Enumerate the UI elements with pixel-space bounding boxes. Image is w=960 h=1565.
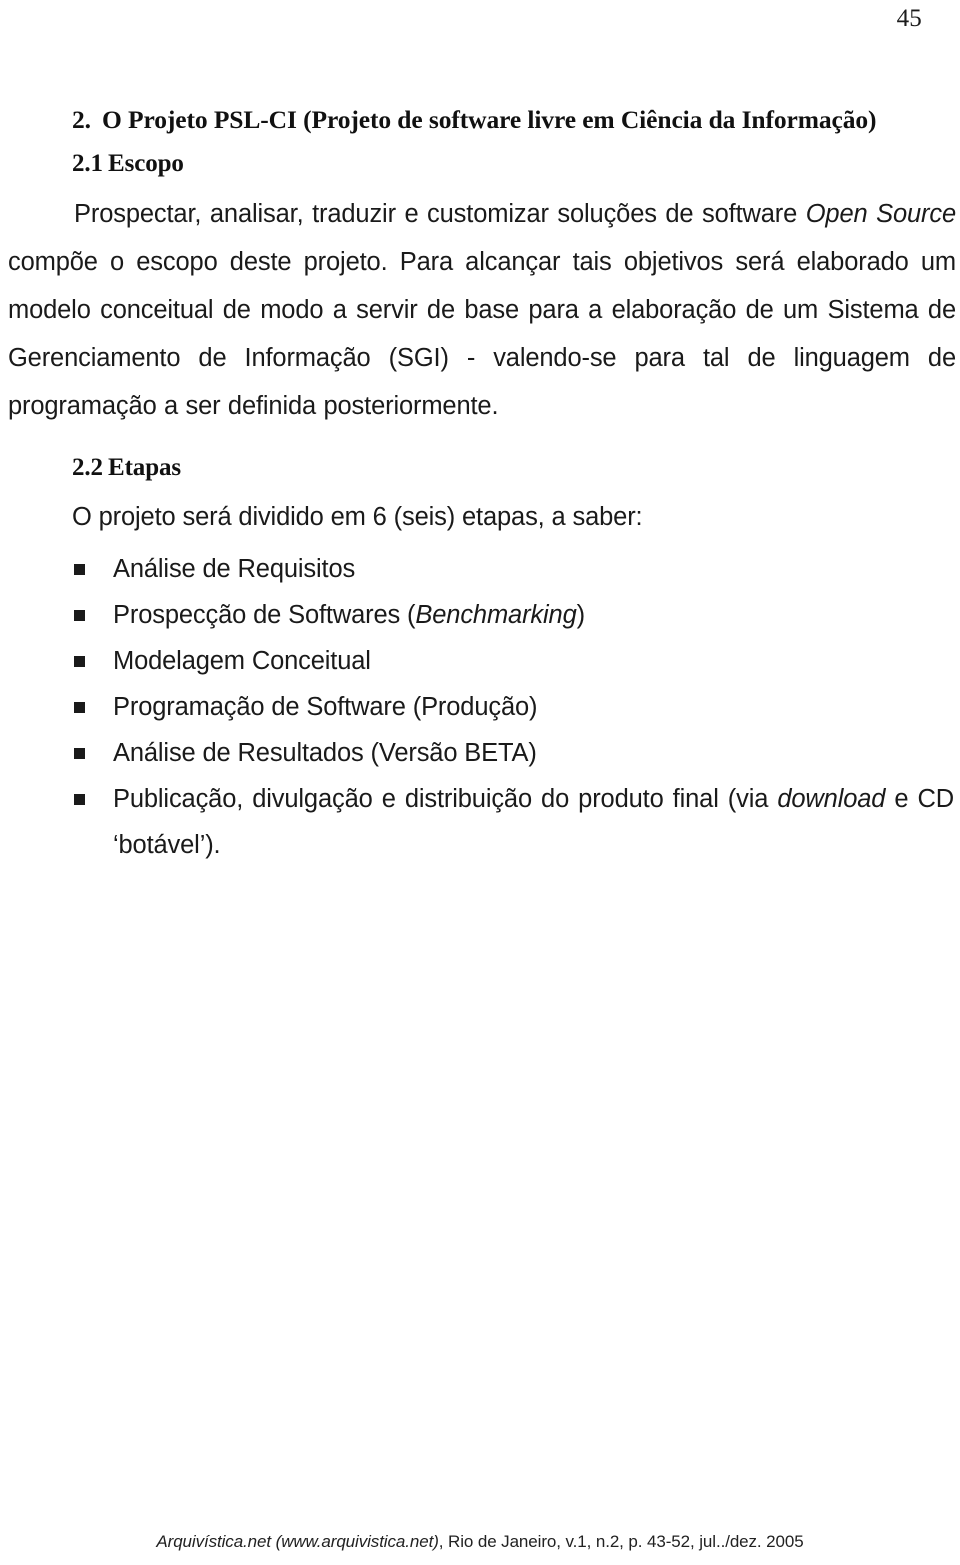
subsection-number-etapas: 2.2 (72, 454, 103, 481)
square-bullet-icon (74, 702, 85, 713)
list-item: Análise de Requisitos (8, 546, 956, 592)
square-bullet-icon (74, 610, 85, 621)
footer-journal: Arquivística.net (www.arquivistica.net) (156, 1532, 439, 1551)
etapas-list: Análise de Requisitos Prospecção de Soft… (8, 546, 956, 868)
section-title: O Projeto PSL-CI (Projeto de software li… (102, 105, 877, 134)
subsection-heading-etapas: 2.2 Etapas (8, 452, 956, 484)
etapas-intro: O projeto será dividido em 6 (seis) etap… (72, 503, 643, 531)
escopo-paragraph: Prospectar, analisar, traduzir e customi… (8, 190, 956, 430)
escopo-italic-open-source: Open Source (805, 200, 956, 228)
list-item: Publicação, divulgação e distribuição do… (8, 776, 956, 868)
list-item-text-before: Análise de Requisitos (113, 555, 356, 583)
page-content: 2. O Projeto PSL-CI (Projeto de software … (8, 104, 956, 868)
subsection-number-escopo: 2.1 (72, 150, 103, 177)
list-item-text-before: Análise de Resultados (Versão BETA) (113, 739, 537, 767)
section-heading: 2. O Projeto PSL-CI (Projeto de software … (8, 104, 956, 136)
list-item: Prospecção de Softwares (Benchmarking) (8, 592, 956, 638)
list-item-text-italic: Benchmarking (415, 601, 577, 629)
list-item-text-before: Programação de Software (Produção) (113, 693, 538, 721)
list-item: Modelagem Conceitual (8, 638, 956, 684)
page-number: 45 (896, 5, 922, 32)
escopo-text-part2: compõe o escopo deste projeto. Para alca… (8, 248, 956, 420)
list-item-text-before: Modelagem Conceitual (113, 647, 371, 675)
subsection-title-escopo: Escopo (108, 150, 184, 177)
subsection-title-etapas: Etapas (108, 454, 182, 481)
list-item-text-before: Publicação, divulgação e distribuição do… (113, 785, 778, 813)
square-bullet-icon (74, 794, 85, 805)
section-number: 2. (72, 105, 91, 134)
subsection-heading-escopo: 2.1 Escopo (8, 148, 956, 180)
list-item: Análise de Resultados (Versão BETA) (8, 730, 956, 776)
list-item-text-after: ) (576, 601, 586, 629)
document-page: 45 2. O Projeto PSL-CI (Projeto de softwa… (0, 0, 960, 1565)
square-bullet-icon (74, 656, 85, 667)
square-bullet-icon (74, 748, 85, 759)
list-item-text-before: Prospecção de Softwares ( (113, 601, 416, 629)
list-item-text-italic: download (777, 785, 886, 813)
square-bullet-icon (74, 564, 85, 575)
list-item: Programação de Software (Produção) (8, 684, 956, 730)
footer-citation: , Rio de Janeiro, v.1, n.2, p. 43-52, ju… (438, 1532, 804, 1551)
escopo-text-part1: Prospectar, analisar, traduzir e customi… (74, 200, 806, 228)
page-footer: Arquivística.net (www.arquivistica.net),… (0, 1531, 960, 1553)
